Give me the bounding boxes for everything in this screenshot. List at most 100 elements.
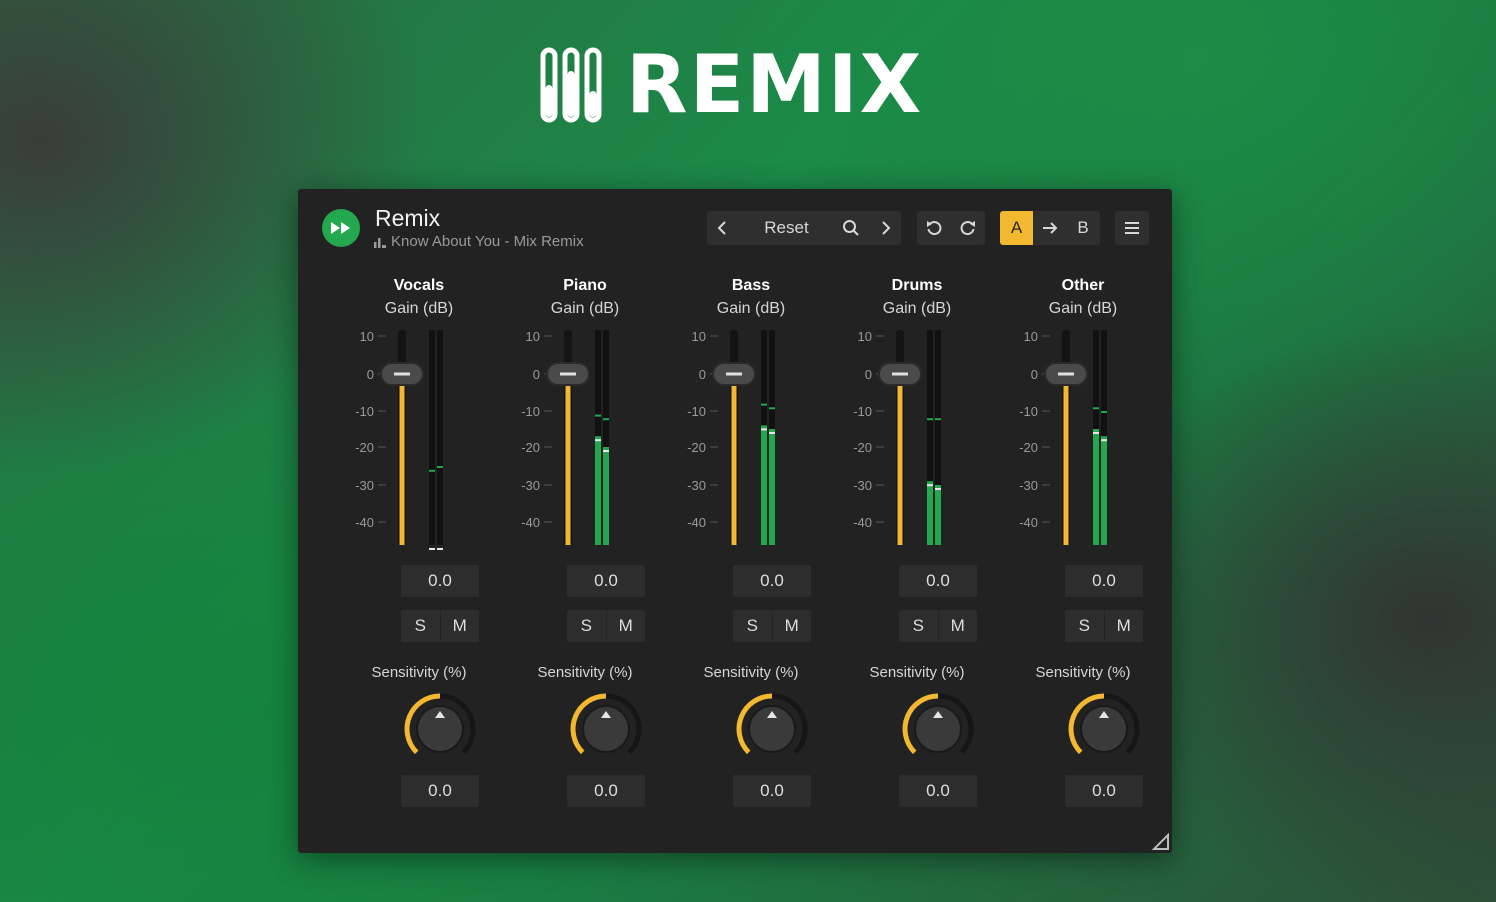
level-meter-fill xyxy=(603,447,609,545)
preset-a-button[interactable]: A xyxy=(1000,211,1033,245)
level-meter-fill xyxy=(1093,429,1099,545)
sensitivity-knob[interactable] xyxy=(1065,690,1143,768)
channel-strip-drums: Drums Gain (dB) 10 0 -10 -20 -30 -40 0.0 S M Sensit… xyxy=(834,277,1000,837)
remix-plugin-window: Remix Know About You - Mix Remix Reset A… xyxy=(298,189,1172,853)
sensitivity-value-field[interactable]: 0.0 xyxy=(1065,775,1143,807)
sensitivity-knob[interactable] xyxy=(401,690,479,768)
ab-comparison: A B xyxy=(1000,211,1100,245)
fader-fill xyxy=(897,374,903,545)
gain-fader[interactable]: 10 0 -10 -20 -30 -40 xyxy=(668,325,834,555)
resize-handle[interactable] xyxy=(1150,831,1170,851)
channel-strip-piano: Piano Gain (dB) 10 0 -10 -20 -30 -40 0.0 S M Sensit… xyxy=(502,277,668,837)
channel-strip-other: Other Gain (dB) 10 0 -10 -20 -30 -40 0.0 S M Sensit… xyxy=(1000,277,1166,837)
solo-button[interactable]: S xyxy=(899,610,938,642)
next-preset-button[interactable] xyxy=(868,211,901,245)
solo-button[interactable]: S xyxy=(1065,610,1104,642)
mute-button[interactable]: M xyxy=(1103,610,1144,642)
preset-name: Know About You - Mix Remix xyxy=(374,233,584,250)
preset-name-label: Know About You - Mix Remix xyxy=(391,233,584,250)
scale-label: -10 xyxy=(853,404,872,419)
prev-preset-button[interactable] xyxy=(707,211,739,245)
chevron-right-icon xyxy=(881,221,890,235)
gain-label: Gain (dB) xyxy=(1048,300,1118,317)
level-meter-fill xyxy=(935,485,941,545)
gain-label: Gain (dB) xyxy=(384,300,454,317)
sensitivity-knob[interactable] xyxy=(733,690,811,768)
level-meter-rms-marker xyxy=(1101,439,1107,442)
gain-label: Gain (dB) xyxy=(550,300,620,317)
fader-fill xyxy=(399,374,405,545)
sensitivity-value-field[interactable]: 0.0 xyxy=(567,775,645,807)
gain-value-field[interactable]: 0.0 xyxy=(899,565,977,597)
mute-button[interactable]: M xyxy=(937,610,978,642)
level-meter-fill xyxy=(927,481,933,545)
level-meter-peak xyxy=(935,418,941,421)
scale-label: -20 xyxy=(521,440,540,455)
preset-navigation: Reset xyxy=(707,211,901,245)
copy-a-to-b-button[interactable] xyxy=(1033,211,1066,245)
scale-label: -20 xyxy=(1019,440,1038,455)
redo-icon xyxy=(960,221,975,236)
scale-label: 0 xyxy=(699,367,706,382)
chevron-left-icon xyxy=(717,221,726,235)
scale-label: 10 xyxy=(1024,329,1038,344)
scale-label: -40 xyxy=(687,515,706,530)
channel-name: Vocals xyxy=(393,277,445,294)
level-meter-rms-marker xyxy=(429,548,435,550)
scale-label: -40 xyxy=(853,515,872,530)
arrow-right-icon xyxy=(1042,222,1057,234)
level-meter-rms-marker xyxy=(1093,432,1099,434)
scale-label: -30 xyxy=(1019,478,1038,493)
scale-label: 0 xyxy=(533,367,540,382)
play-button[interactable] xyxy=(322,209,360,247)
reset-button[interactable]: Reset xyxy=(739,211,834,245)
gain-value-field[interactable]: 0.0 xyxy=(733,565,811,597)
menu-button[interactable] xyxy=(1115,211,1149,245)
redo-button[interactable] xyxy=(951,211,985,245)
gain-fader[interactable]: 10 0 -10 -20 -30 -40 xyxy=(502,325,668,555)
menu-container xyxy=(1115,211,1149,245)
scale-label: -30 xyxy=(687,478,706,493)
mute-button[interactable]: M xyxy=(605,610,646,642)
gain-fader[interactable]: 10 0 -10 -20 -30 -40 xyxy=(336,325,502,555)
channel-name: Drums xyxy=(891,277,943,294)
gain-value-field[interactable]: 0.0 xyxy=(567,565,645,597)
scale-label: -10 xyxy=(687,404,706,419)
gain-value-field[interactable]: 0.0 xyxy=(401,565,479,597)
undo-button[interactable] xyxy=(917,211,951,245)
level-meter-peak xyxy=(769,407,775,410)
level-meter-bg xyxy=(429,330,435,545)
solo-button[interactable]: S xyxy=(401,610,440,642)
sensitivity-value-field[interactable]: 0.0 xyxy=(401,775,479,807)
gain-value-field[interactable]: 0.0 xyxy=(1065,565,1143,597)
scale-label: -10 xyxy=(355,404,374,419)
scale-label: 0 xyxy=(865,367,872,382)
level-meter-peak xyxy=(603,418,609,421)
scale-label: 10 xyxy=(858,329,872,344)
solo-button[interactable]: S xyxy=(567,610,606,642)
level-meter-peak xyxy=(1101,411,1107,413)
sensitivity-value-field[interactable]: 0.0 xyxy=(733,775,811,807)
sensitivity-knob[interactable] xyxy=(899,690,977,768)
scale-label: -30 xyxy=(521,478,540,493)
scale-label: -30 xyxy=(355,478,374,493)
gain-fader[interactable]: 10 0 -10 -20 -30 -40 xyxy=(1000,325,1166,555)
mute-button[interactable]: M xyxy=(771,610,812,642)
solo-mute-group: SM xyxy=(567,610,645,642)
level-meter-fill xyxy=(761,425,767,545)
gain-fader[interactable]: 10 0 -10 -20 -30 -40 xyxy=(834,325,1000,555)
solo-button[interactable]: S xyxy=(733,610,772,642)
search-button[interactable] xyxy=(834,211,868,245)
plugin-title: Remix xyxy=(375,205,441,231)
sensitivity-value-field[interactable]: 0.0 xyxy=(899,775,977,807)
level-meter-bg xyxy=(437,330,443,545)
sensitivity-knob[interactable] xyxy=(567,690,645,768)
logo-wordmark: REMIX xyxy=(626,38,924,131)
solo-mute-group: SM xyxy=(401,610,479,642)
channel-name: Other xyxy=(1061,277,1105,294)
level-meter-rms-marker xyxy=(769,432,775,434)
level-meter-peak xyxy=(1093,407,1099,410)
preset-b-button[interactable]: B xyxy=(1066,211,1100,245)
channel-strip-bass: Bass Gain (dB) 10 0 -10 -20 -30 -40 0.0 S M Sensiti… xyxy=(668,277,834,837)
mute-button[interactable]: M xyxy=(439,610,480,642)
